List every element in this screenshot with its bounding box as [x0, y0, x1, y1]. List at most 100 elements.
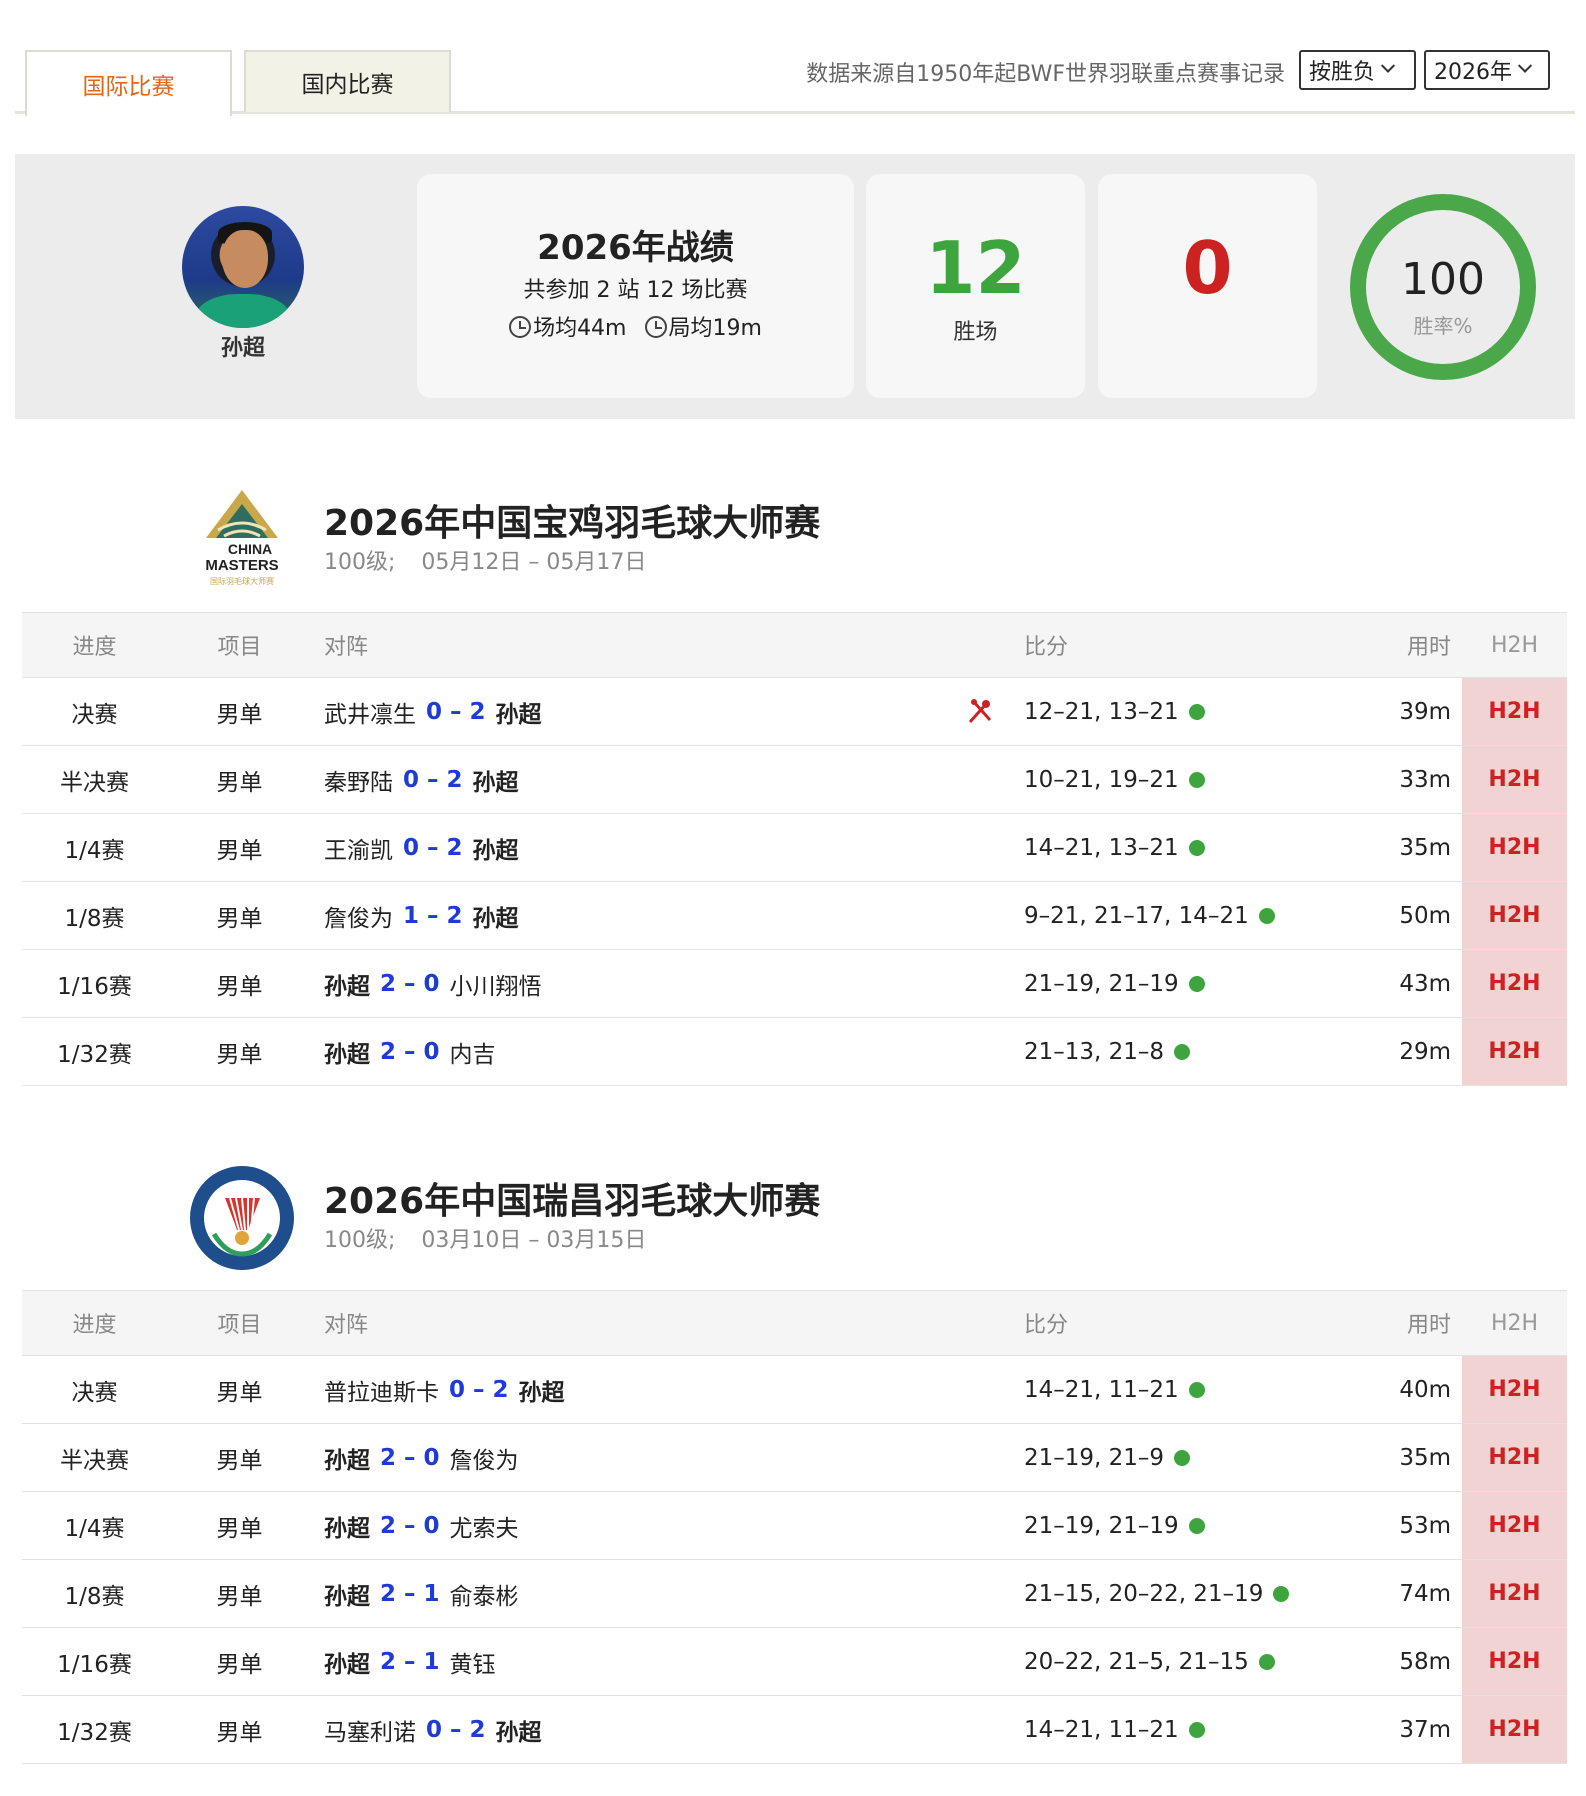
player-two[interactable]: 孙超 — [496, 695, 542, 729]
match-event: 男单 — [216, 1379, 263, 1406]
tournament-title[interactable]: 2026年中国瑞昌羽毛球大师赛 — [324, 1172, 820, 1224]
h2h-button[interactable]: H2H — [1462, 1424, 1567, 1491]
match-event: 男单 — [216, 973, 263, 1000]
match-score: 2 – 1 — [380, 1580, 440, 1607]
player-two[interactable]: 俞泰彬 — [450, 1577, 519, 1611]
average-times: 场均44m 局均19m — [417, 310, 854, 342]
season-record-card: 2026年战绩 共参加 2 站 12 场比赛 场均44m 局均19m — [417, 174, 854, 398]
avatar-shirt — [196, 294, 290, 328]
table-row: 1/16赛 男单 孙超 2 – 0 小川翔悟 21–19, 21–19 43m H2H — [22, 950, 1567, 1018]
top-bar: 国际比赛 国内比赛 数据来源自1950年起BWF世界羽联重点赛事记录 按胜负 2… — [15, 48, 1575, 116]
h2h-button[interactable]: H2H — [1462, 882, 1567, 949]
game-scores-text: 14–21, 13–21 — [1024, 834, 1179, 861]
match-score: 0 – 2 — [403, 766, 463, 793]
h2h-button[interactable]: H2H — [1462, 1356, 1567, 1423]
player-one[interactable]: 武井凛生 — [324, 695, 416, 729]
player-two[interactable]: 内吉 — [450, 1035, 496, 1069]
h2h-button[interactable]: H2H — [1462, 1560, 1567, 1627]
player-two[interactable]: 孙超 — [519, 1373, 565, 1407]
match-duration: 50m — [1399, 902, 1451, 929]
h2h-button[interactable]: H2H — [1462, 746, 1567, 813]
game-scores: 21–19, 21–19 — [1024, 950, 1205, 1017]
player-one[interactable]: 詹俊为 — [324, 899, 393, 933]
match-duration: 40m — [1399, 1376, 1451, 1403]
match-duration: 39m — [1399, 698, 1451, 725]
h2h-button[interactable]: H2H — [1462, 1492, 1567, 1559]
table-row: 1/4赛 男单 王渝凯 0 – 2 孙超 14–21, 13–21 35m H2H — [22, 814, 1567, 882]
win-dot-icon — [1258, 1653, 1275, 1670]
match-pairing: 詹俊为 1 – 2 孙超 — [324, 882, 529, 949]
sort-select[interactable]: 按胜负 — [1299, 50, 1416, 90]
svg-text:MASTERS: MASTERS — [205, 557, 278, 574]
badminton-rackets-icon — [968, 699, 992, 723]
header-h2h: H2H — [1490, 1310, 1539, 1336]
game-scores: 9–21, 21–17, 14–21 — [1024, 882, 1275, 949]
player-one[interactable]: 孙超 — [324, 1509, 370, 1543]
svg-text:国际羽毛球大师赛: 国际羽毛球大师赛 — [210, 576, 274, 586]
player-one[interactable]: 孙超 — [324, 1577, 370, 1611]
win-rate-ring: 100 胜率% — [1350, 194, 1536, 380]
player-two[interactable]: 孙超 — [473, 763, 519, 797]
wins-label: 胜场 — [953, 320, 998, 345]
match-score: 2 – 0 — [380, 970, 440, 997]
chevron-down-icon — [1380, 58, 1396, 73]
h2h-button[interactable]: H2H — [1462, 814, 1567, 881]
match-event: 男单 — [216, 1719, 263, 1746]
player-one[interactable]: 秦野陆 — [324, 763, 393, 797]
game-scores-text: 14–21, 11–21 — [1024, 1716, 1179, 1743]
h2h-button[interactable]: H2H — [1462, 950, 1567, 1017]
h2h-button[interactable]: H2H — [1462, 678, 1567, 745]
player-two[interactable]: 尤索夫 — [450, 1509, 519, 1543]
match-pairing: 普拉迪斯卡 0 – 2 孙超 — [324, 1356, 575, 1423]
player-two[interactable]: 黄钰 — [450, 1645, 496, 1679]
tab-international[interactable]: 国际比赛 — [25, 50, 232, 116]
game-scores: 10–21, 19–21 — [1024, 746, 1205, 813]
h2h-button[interactable]: H2H — [1462, 1696, 1567, 1763]
match-pairing: 孙超 2 – 0 詹俊为 — [324, 1424, 529, 1491]
match-duration: 35m — [1399, 1444, 1451, 1471]
win-dot-icon — [1188, 703, 1205, 720]
header-score: 比分 — [1024, 1313, 1069, 1338]
china-masters-baoji-logo-icon: CHINA MASTERS 国际羽毛球大师赛 — [205, 490, 279, 586]
player-two[interactable]: 孙超 — [496, 1713, 542, 1747]
player-one[interactable]: 孙超 — [324, 1441, 370, 1475]
h2h-button[interactable]: H2H — [1462, 1018, 1567, 1085]
game-scores-text: 10–21, 19–21 — [1024, 766, 1179, 793]
match-score: 1 – 2 — [403, 902, 463, 929]
player-one[interactable]: 孙超 — [324, 1035, 370, 1069]
header-event: 项目 — [217, 1313, 262, 1338]
tab-domestic[interactable]: 国内比赛 — [244, 50, 451, 112]
match-round: 半决赛 — [60, 1447, 129, 1474]
player-one[interactable]: 普拉迪斯卡 — [324, 1373, 439, 1407]
win-rate-value: 100 — [1401, 254, 1485, 305]
header-round: 进度 — [72, 635, 117, 660]
table-row: 半决赛 男单 孙超 2 – 0 詹俊为 21–19, 21–9 35m H2H — [22, 1424, 1567, 1492]
tournament-title[interactable]: 2026年中国宝鸡羽毛球大师赛 — [324, 494, 820, 546]
player-one[interactable]: 孙超 — [324, 1645, 370, 1679]
match-event: 男单 — [216, 1651, 263, 1678]
player-one[interactable]: 马塞利诺 — [324, 1713, 416, 1747]
table-row: 1/32赛 男单 孙超 2 – 0 内吉 21–13, 21–8 29m H2H — [22, 1018, 1567, 1086]
match-round: 1/4赛 — [64, 837, 125, 864]
table-row: 决赛 男单 武井凛生 0 – 2 孙超 12–21, 13–21 39m H2H — [22, 678, 1567, 746]
game-scores-text: 9–21, 21–17, 14–21 — [1024, 902, 1249, 929]
match-pairing: 孙超 2 – 0 小川翔悟 — [324, 950, 552, 1017]
table-row: 1/8赛 男单 孙超 2 – 1 俞泰彬 21–15, 20–22, 21–19 74m H2… — [22, 1560, 1567, 1628]
data-source-note: 数据来源自1950年起BWF世界羽联重点赛事记录 — [806, 62, 1285, 87]
h2h-button[interactable]: H2H — [1462, 1628, 1567, 1695]
year-select-value: 2026年 — [1434, 60, 1512, 85]
player-two[interactable]: 詹俊为 — [450, 1441, 519, 1475]
player-two[interactable]: 小川翔悟 — [450, 967, 542, 1001]
player-one[interactable]: 王渝凯 — [324, 831, 393, 865]
player-one[interactable]: 孙超 — [324, 967, 370, 1001]
game-scores: 14–21, 13–21 — [1024, 814, 1205, 881]
player-two[interactable]: 孙超 — [473, 899, 519, 933]
win-dot-icon — [1188, 1517, 1205, 1534]
game-scores-text: 21–15, 20–22, 21–19 — [1024, 1580, 1264, 1607]
match-pairing: 孙超 2 – 1 俞泰彬 — [324, 1560, 529, 1627]
player-two[interactable]: 孙超 — [473, 831, 519, 865]
match-pairing: 孙超 2 – 1 黄钰 — [324, 1628, 506, 1695]
chevron-down-icon — [1517, 58, 1533, 73]
player-avatar[interactable] — [182, 206, 304, 328]
year-select[interactable]: 2026年 — [1424, 50, 1550, 90]
